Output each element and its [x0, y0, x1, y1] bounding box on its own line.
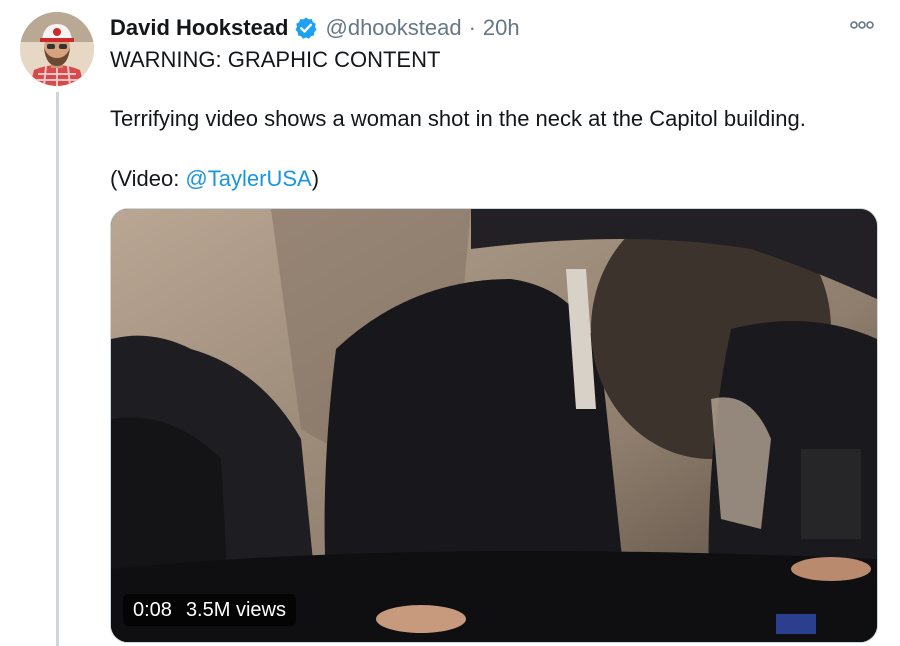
author-handle[interactable]: @dhookstead	[326, 15, 462, 41]
tweet-timestamp[interactable]: 20h	[483, 15, 520, 41]
separator-dot: ·	[468, 15, 476, 40]
video-duration: 0:08	[133, 599, 172, 621]
author-display-name[interactable]: David Hookstead	[110, 15, 289, 41]
video-views: 3.5M views	[185, 599, 286, 621]
tweet-warning-text: WARNING: GRAPHIC CONTENT	[110, 47, 441, 72]
more-options-icon[interactable]	[849, 16, 875, 34]
avatar-photo-icon	[20, 12, 94, 86]
tweet-header: David Hookstead @dhookstead · 20h	[110, 13, 520, 43]
mention-link[interactable]: @TaylerUSA	[185, 166, 311, 191]
tweet: David Hookstead @dhookstead · 20h WARNIN…	[0, 0, 900, 646]
thread-line	[56, 92, 59, 646]
tweet-body-text: Terrifying video shows a woman shot in t…	[110, 106, 806, 131]
video-credit-prefix: (Video:	[110, 166, 186, 191]
video-info-badge: 0:08 3.5M views	[123, 594, 296, 626]
video-player[interactable]	[110, 208, 878, 643]
video-credit: (Video: @TaylerUSA)	[110, 164, 319, 194]
video-credit-suffix: )	[311, 166, 320, 191]
video-frame-image	[111, 209, 877, 642]
author-avatar[interactable]	[20, 12, 94, 86]
verified-badge-icon	[294, 16, 318, 40]
